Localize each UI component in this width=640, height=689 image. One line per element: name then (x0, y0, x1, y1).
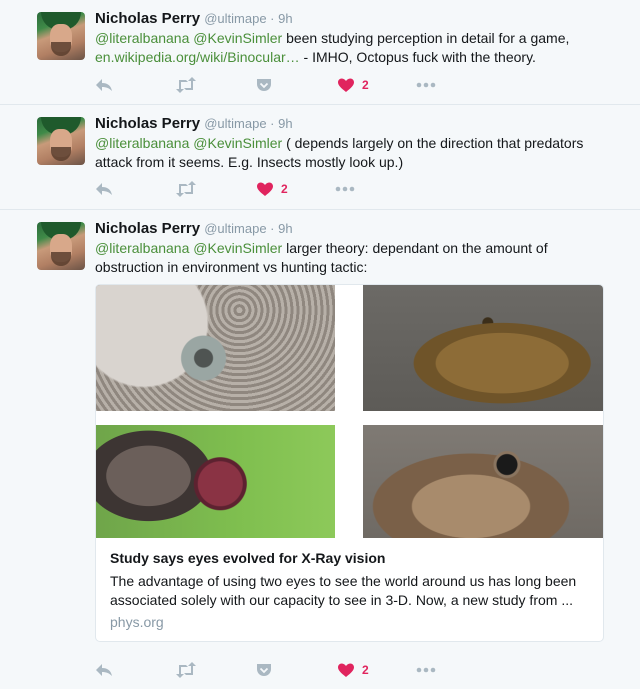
tweet-actions: 2 (95, 179, 455, 199)
tweet-header: Nicholas Perry @ultimape · 9h (95, 115, 293, 133)
mention-kevinsimler[interactable]: @KevinSimler (193, 240, 282, 256)
like-button[interactable]: 2 (257, 179, 288, 199)
like-button[interactable]: 2 (338, 75, 369, 95)
tweet-text: @literalbanana @KevinSimler larger theor… (95, 239, 565, 277)
octopus-eye-image[interactable] (96, 285, 335, 411)
mention-literalbanana[interactable]: @literalbanana (95, 30, 189, 46)
card-title[interactable]: Study says eyes evolved for X-Ray vision (110, 550, 385, 566)
avatar[interactable] (37, 117, 85, 165)
heart-icon (338, 663, 354, 677)
more-icon (416, 667, 436, 673)
tweet-actions: 2 (95, 75, 455, 95)
tweet-header: Nicholas Perry @ultimape · 9h (95, 10, 293, 28)
retweet-icon (176, 181, 196, 197)
reply-icon (96, 79, 112, 91)
tweet-2[interactable]: Nicholas Perry @ultimape · 9h @literalba… (0, 105, 640, 209)
heart-icon (257, 182, 273, 196)
retweet-icon (176, 662, 196, 678)
link-card[interactable]: Study says eyes evolved for X-Ray vision… (95, 284, 604, 642)
like-count: 2 (362, 663, 369, 677)
author-name[interactable]: Nicholas Perry (95, 220, 200, 237)
reply-button[interactable] (95, 75, 113, 95)
pocket-icon (257, 79, 271, 91)
tweet-text: @literalbanana @KevinSimler ( depends la… (95, 134, 590, 172)
tweet-text-part: been studying perception in detail for a… (282, 30, 570, 46)
reply-button[interactable] (95, 179, 113, 199)
reply-icon (96, 664, 112, 676)
tweet-actions: 2 (95, 660, 455, 680)
like-button[interactable]: 2 (338, 660, 369, 680)
mention-literalbanana[interactable]: @literalbanana (95, 135, 189, 151)
author-name[interactable]: Nicholas Perry (95, 10, 200, 27)
mention-kevinsimler[interactable]: @KevinSimler (193, 135, 282, 151)
author-name[interactable]: Nicholas Perry (95, 115, 200, 132)
tweet-1[interactable]: Nicholas Perry @ultimape · 9h @literalba… (0, 0, 640, 104)
pocket-button[interactable] (256, 75, 272, 95)
author-handle[interactable]: @ultimape · 9h (204, 116, 292, 131)
tweet-header: Nicholas Perry @ultimape · 9h (95, 220, 293, 238)
pocket-button[interactable] (256, 660, 272, 680)
more-button[interactable] (416, 660, 436, 680)
author-handle[interactable]: @ultimape · 9h (204, 11, 292, 26)
lizard-eye-image[interactable] (363, 425, 603, 538)
pocket-icon (257, 664, 271, 676)
heart-icon (338, 78, 354, 92)
mention-literalbanana[interactable]: @literalbanana (95, 240, 189, 256)
card-description: The advantage of using two eyes to see t… (110, 573, 577, 608)
tweet-text-part: - IMHO, Octopus fuck with the theory. (299, 49, 536, 65)
mention-kevinsimler[interactable]: @KevinSimler (193, 30, 282, 46)
author-handle[interactable]: @ultimape · 9h (204, 221, 292, 236)
fly-eyes-image[interactable] (96, 425, 335, 538)
tweet-text: @literalbanana @KevinSimler been studyin… (95, 29, 595, 67)
retweet-button[interactable] (175, 660, 197, 680)
like-count: 2 (281, 182, 288, 196)
reply-icon (96, 183, 112, 195)
card-domain[interactable]: phys.org (110, 614, 164, 630)
wikipedia-link[interactable]: en.wikipedia.org/wiki/Binocular… (95, 49, 300, 65)
retweet-button[interactable] (175, 75, 197, 95)
like-count: 2 (362, 78, 369, 92)
reply-button[interactable] (95, 660, 113, 680)
retweet-button[interactable] (175, 179, 197, 199)
dinosaur-head-image[interactable] (363, 285, 603, 411)
more-icon (335, 186, 355, 192)
more-button[interactable] (335, 179, 355, 199)
more-icon (416, 82, 436, 88)
more-button[interactable] (416, 75, 436, 95)
retweet-icon (176, 77, 196, 93)
avatar[interactable] (37, 222, 85, 270)
avatar[interactable] (37, 12, 85, 60)
